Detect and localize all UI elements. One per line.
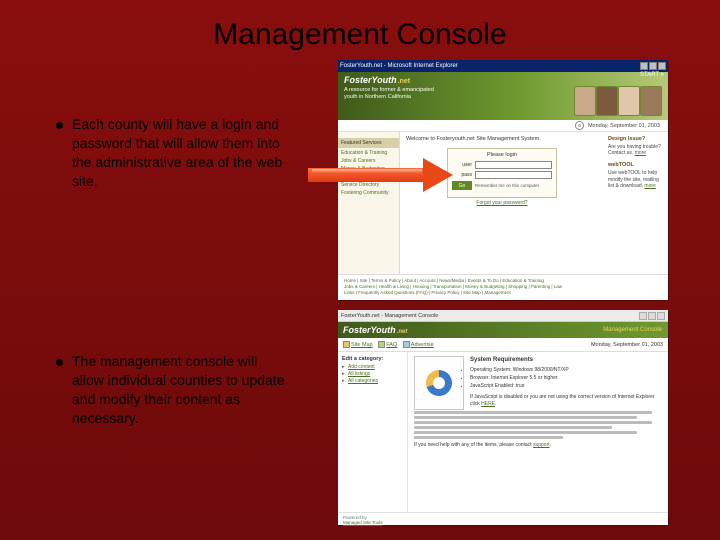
req-list: Operating System: Windows 98/2000/NT/XP … (426, 367, 662, 390)
window-title: FosterYouth.net - Management Console (341, 313, 438, 319)
paragraph-2: The management console will allow indivi… (72, 352, 292, 428)
welcome-text: Welcome to Fosteryouth.net Site Manageme… (406, 136, 598, 142)
nav-icon (343, 341, 350, 348)
hero-banner: START » FosterYouth.net A resource for f… (338, 72, 668, 120)
ie-icon (426, 370, 452, 396)
start-link[interactable]: START » (640, 72, 664, 78)
center-panel: Welcome to Fosteryouth.net Site Manageme… (400, 132, 604, 274)
ie-logo-box (414, 356, 464, 410)
right-h2: webTOOL (608, 162, 664, 169)
nav-advertise[interactable]: Advertise (411, 342, 434, 348)
login-box: Please login user pass Go Remember me on… (447, 148, 557, 198)
sidebar-item[interactable]: Add content (348, 364, 403, 370)
user-input[interactable] (475, 161, 552, 169)
support-link[interactable]: support (533, 442, 550, 448)
tagline: A resource for former & emancipated yout… (344, 87, 434, 100)
nav-icon (403, 341, 410, 348)
right-link1[interactable]: more (635, 150, 646, 156)
sidebar: Edit a category: Add content All listing… (338, 352, 408, 512)
mgmt-label: Management Console (603, 327, 662, 333)
powered-link[interactable]: Managed Site Tools (343, 520, 382, 525)
window-titlebar: FosterYouth.net - Management Console (338, 310, 668, 322)
footer-links[interactable]: Home | Site | Terms & Policy | About | A… (338, 274, 668, 299)
date-text: Monday, September 01, 2003 (588, 123, 660, 129)
nav-faq[interactable]: FAQ (386, 342, 397, 348)
date-bar: Monday, September 01, 2003 (338, 120, 668, 132)
slide-title: Management Console (0, 18, 720, 52)
footer: Powered by Managed Site Tools (338, 512, 668, 531)
window-titlebar: FosterYouth.net - Microsoft Internet Exp… (338, 60, 668, 72)
sidebar-heading: Featured Services (338, 138, 399, 148)
right-link2[interactable]: more (644, 183, 655, 189)
forgot-link[interactable]: Forgot your password? (406, 200, 598, 206)
paragraph-1: Each county will have a login and passwo… (72, 115, 292, 191)
help-text: If you need help with any of the items, … (414, 442, 662, 449)
hero-photos (574, 86, 662, 116)
remember-text: Remember me on this computer (475, 183, 539, 188)
pass-input[interactable] (475, 171, 552, 179)
sidebar-item[interactable]: All categories (348, 378, 403, 384)
req-item: Browser: Internet Explorer 5.5 or higher (426, 375, 662, 382)
window-title: FosterYouth.net - Microsoft Internet Exp… (340, 63, 458, 69)
nav-bar: Site Map FAQ Advertise Monday, September… (338, 338, 668, 352)
callout-arrow (308, 158, 456, 192)
right-panel: Design Issue? Are you having trouble? Co… (604, 132, 668, 274)
sidebar-item[interactable]: Education & Training (338, 149, 399, 157)
content-panel: System Requirements Operating System: Wi… (408, 352, 668, 512)
swirl-icon (575, 121, 584, 130)
bullet-icon (56, 122, 63, 129)
brand-bar: FosterYouth.net Management Console (338, 322, 668, 338)
console-screenshot: FosterYouth.net - Management Console Fos… (338, 310, 668, 525)
nav-icon (378, 341, 385, 348)
nav-sitemap[interactable]: Site Map (351, 342, 373, 348)
login-heading: Please login (452, 152, 552, 158)
req-item: JavaScript Enabled: true (426, 383, 662, 390)
sidebar-item[interactable]: All listings (348, 371, 403, 377)
brand-logo: FosterYouth.net (344, 76, 662, 85)
here-link[interactable]: HERE (481, 401, 495, 407)
right-h1: Design Issue? (608, 136, 664, 143)
sidebar-heading: Edit a category: (342, 356, 403, 362)
brand-logo: FosterYouth.net (343, 325, 407, 335)
req-item: Operating System: Windows 98/2000/NT/XP (426, 367, 662, 374)
date-text: Monday, September 01, 2003 (591, 342, 663, 348)
bullet-icon (56, 359, 63, 366)
left-sidebar: Featured Services Education & Training J… (338, 132, 400, 274)
